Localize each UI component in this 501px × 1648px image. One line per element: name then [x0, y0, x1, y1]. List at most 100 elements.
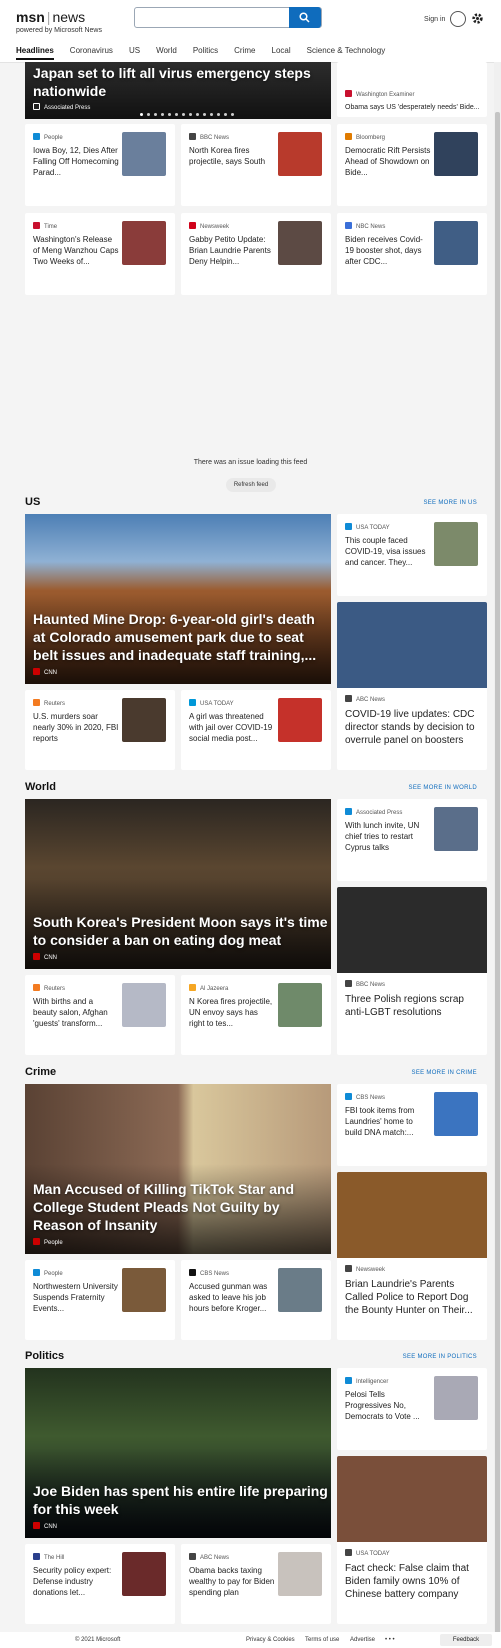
card-title: N Korea fires projectile, UN envoy says …: [189, 997, 273, 1028]
terms-link[interactable]: Terms of use: [305, 1637, 339, 1643]
tab-world[interactable]: World: [156, 46, 177, 60]
tab-us[interactable]: US: [129, 46, 140, 60]
section-hero[interactable]: Haunted Mine Drop: 6-year-old girl's dea…: [25, 514, 331, 684]
news-card[interactable]: Associated Press With lunch invite, UN c…: [337, 799, 487, 881]
news-card[interactable]: People Iowa Boy, 12, Dies After Falling …: [25, 124, 175, 206]
card-source: Washington Examiner: [345, 90, 414, 98]
feature-card[interactable]: BBC News Three Polish regions scrap anti…: [337, 887, 487, 1055]
feed-issue-text: There was an issue loading this feed: [193, 459, 308, 466]
news-card[interactable]: USA TODAY A girl was threatened with jai…: [181, 690, 331, 770]
more-links-button[interactable]: • • •: [385, 1637, 395, 1643]
nav-tabs: Headlines Coronavirus US World Politics Crime…: [16, 46, 401, 60]
feature-card[interactable]: Newsweek Brian Laundrie's Parents Called…: [337, 1172, 487, 1340]
advertise-link[interactable]: Advertise: [350, 1637, 375, 1643]
section-hero-title: Joe Biden has spent his entire life prep…: [33, 1483, 328, 1517]
card-source-label: CBS News: [200, 1271, 230, 1277]
source-icon: [189, 222, 196, 229]
see-more-link[interactable]: SEE MORE IN WORLD: [409, 785, 477, 791]
news-card[interactable]: Reuters With births and a beauty salon, …: [25, 975, 175, 1055]
card-thumbnail: [122, 698, 166, 742]
card-thumbnail: [278, 132, 322, 176]
top-hero-source-label: Associated Press: [44, 105, 91, 111]
source-icon: [189, 699, 196, 706]
search-button[interactable]: [289, 7, 321, 28]
card-source: Reuters: [33, 984, 65, 992]
section-hero[interactable]: Joe Biden has spent his entire life prep…: [25, 1368, 331, 1538]
card-source: The Hill: [33, 1553, 64, 1561]
section-hero[interactable]: Man Accused of Killing TikTok Star and C…: [25, 1084, 331, 1254]
carousel-dots[interactable]: [140, 113, 234, 116]
tab-politics[interactable]: Politics: [193, 46, 218, 60]
card-thumbnail: [278, 1268, 322, 1312]
copyright: © 2021 Microsoft: [75, 1637, 121, 1643]
tab-science-technology[interactable]: Science & Technology: [307, 46, 386, 60]
card-source: Time: [33, 222, 57, 230]
card-source-label: People: [44, 1271, 63, 1277]
news-card[interactable]: The Hill Security policy expert: Defense…: [25, 1544, 175, 1624]
news-card[interactable]: CBS News FBI took items from Laundries' …: [337, 1084, 487, 1166]
card-source: People: [33, 133, 63, 141]
tab-coronavirus[interactable]: Coronavirus: [70, 46, 113, 60]
user-avatar-icon[interactable]: [450, 11, 466, 27]
news-card[interactable]: Bloomberg Democratic Rift Persists Ahead…: [337, 124, 487, 206]
page: msn | news powered by Microsoft News Sign …: [0, 0, 501, 1648]
feature-card-image: [337, 1172, 487, 1258]
tab-crime[interactable]: Crime: [234, 46, 255, 60]
news-card[interactable]: NBC News Biden receives Covid-19 booster…: [337, 213, 487, 295]
card-title: Northwestern University Suspends Fratern…: [33, 1282, 118, 1313]
card-source-label: Bloomberg: [356, 135, 386, 141]
news-card[interactable]: Reuters U.S. murders soar nearly 30% in …: [25, 690, 175, 770]
news-card[interactable]: People Northwestern University Suspends …: [25, 1260, 175, 1340]
card-source-label: ABC News: [200, 1555, 230, 1561]
card-title: Pelosi Tells Progressives No, Democrats …: [345, 1390, 420, 1421]
feedback-button[interactable]: Feedback: [440, 1634, 492, 1646]
card-title: Brian Laundrie's Parents Called Police t…: [345, 1279, 473, 1316]
source-icon: [345, 1377, 352, 1384]
gear-icon[interactable]: [471, 12, 484, 25]
news-card[interactable]: Time Washington's Release of Meng Wanzho…: [25, 213, 175, 295]
card-source-label: USA TODAY: [356, 1551, 390, 1557]
msn-logo[interactable]: msn | news: [16, 9, 85, 25]
card-title: Biden receives Covid-19 booster shot, da…: [345, 235, 423, 266]
source-icon: [345, 1265, 352, 1272]
source-icon: [33, 1522, 40, 1529]
top-hero-source: Associated Press: [33, 103, 90, 111]
card-source: USA TODAY: [345, 1549, 390, 1557]
source-icon: [33, 699, 40, 706]
section-hero[interactable]: South Korea's President Moon says it's t…: [25, 799, 331, 969]
refresh-feed-button[interactable]: Refresh feed: [226, 478, 276, 492]
scrollbar-thumb[interactable]: [495, 112, 500, 1648]
card-source: NBC News: [345, 222, 385, 230]
feature-card[interactable]: ABC News COVID-19 live updates: CDC dire…: [337, 602, 487, 770]
top-hero[interactable]: Japan set to lift all virus emergency st…: [25, 62, 331, 119]
scrollbar[interactable]: [494, 62, 501, 1648]
footer: © 2021 Microsoft Privacy & Cookies Terms…: [0, 1632, 501, 1648]
top-side-card[interactable]: Washington Examiner Obama says US 'despe…: [337, 62, 487, 117]
source-icon: [345, 808, 352, 815]
source-icon: [33, 222, 40, 229]
source-icon: [345, 523, 352, 530]
section-heading: Politics: [25, 1350, 65, 1362]
feature-card[interactable]: USA TODAY Fact check: False claim that B…: [337, 1456, 487, 1624]
tab-local[interactable]: Local: [272, 46, 291, 60]
news-card[interactable]: CBS News Accused gunman was asked to lea…: [181, 1260, 331, 1340]
news-card[interactable]: USA TODAY This couple faced COVID-19, vi…: [337, 514, 487, 596]
news-card[interactable]: Al Jazeera N Korea fires projectile, UN …: [181, 975, 331, 1055]
card-source: BBC News: [189, 133, 229, 141]
news-card[interactable]: BBC News North Korea fires projectile, s…: [181, 124, 331, 206]
news-card[interactable]: Intelligencer Pelosi Tells Progressives …: [337, 1368, 487, 1450]
see-more-link[interactable]: SEE MORE IN US: [423, 500, 477, 506]
news-card[interactable]: ABC News Obama backs taxing wealthy to p…: [181, 1544, 331, 1624]
logo-brand: msn: [16, 9, 45, 25]
sign-in-link[interactable]: Sign in: [424, 16, 445, 23]
source-icon: [189, 1553, 196, 1560]
see-more-link[interactable]: SEE MORE IN POLITICS: [403, 1354, 477, 1360]
card-thumbnail: [122, 983, 166, 1027]
privacy-link[interactable]: Privacy & Cookies: [246, 1637, 295, 1643]
card-thumbnail: [122, 1268, 166, 1312]
card-source-label: Al Jazeera: [200, 986, 229, 992]
card-title: Washington's Release of Meng Wanzhou Cap…: [33, 235, 119, 266]
news-card[interactable]: Newsweek Gabby Petito Update: Brian Laun…: [181, 213, 331, 295]
tab-headlines[interactable]: Headlines: [16, 46, 54, 60]
see-more-link[interactable]: SEE MORE IN CRIME: [412, 1070, 477, 1076]
